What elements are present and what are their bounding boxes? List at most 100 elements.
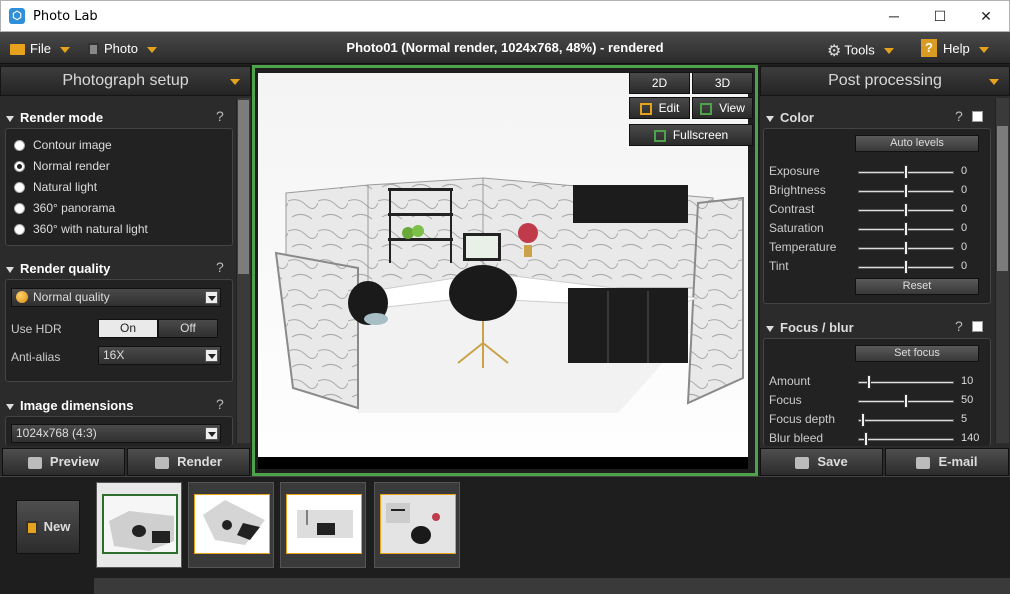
post-processing-panel: Post processing Color? Auto levels Reset… xyxy=(760,66,1010,476)
color-slider[interactable] xyxy=(858,184,954,198)
thumbnail-render xyxy=(195,495,269,553)
anti-alias-select[interactable]: 16X xyxy=(98,346,221,365)
help-question-icon[interactable]: ? xyxy=(216,108,224,124)
new-label: New xyxy=(43,519,71,534)
scrollbar-thumb[interactable] xyxy=(238,100,249,274)
radio-label: 360° panorama xyxy=(33,201,116,215)
gallery-thumbnail[interactable] xyxy=(280,482,366,568)
color-slider-label: Tint xyxy=(769,259,789,273)
radio-contour-image[interactable]: Contour image xyxy=(14,138,112,156)
slider-knob[interactable] xyxy=(904,241,908,255)
chevron-down-icon xyxy=(59,46,70,53)
gallery-scrollbar[interactable] xyxy=(94,578,1010,594)
focus-blur-box: Set focus Amount 10 Focus 50 Focus depth 5 Blu… xyxy=(763,338,991,446)
radio-circle-icon xyxy=(14,224,25,236)
close-button[interactable]: ✕ xyxy=(963,1,1009,31)
render-label: Render xyxy=(177,454,222,469)
new-photo-button[interactable]: New xyxy=(16,500,80,554)
gallery-thumbnail[interactable] xyxy=(96,482,182,568)
focus-slider-label: Focus depth xyxy=(769,412,836,426)
edit-label: Edit xyxy=(658,101,680,115)
maximize-button[interactable]: ☐ xyxy=(917,1,963,31)
focus-enable-checkbox[interactable] xyxy=(972,321,983,332)
color-slider-label: Temperature xyxy=(769,240,837,254)
collapse-triangle-icon xyxy=(766,325,774,332)
view-button[interactable]: View xyxy=(692,97,753,119)
slider-track xyxy=(858,381,954,384)
color-slider-value: 0 xyxy=(961,222,968,234)
slider-knob[interactable] xyxy=(904,222,908,236)
dimensions-select[interactable]: 1024x768 (4:3) xyxy=(11,424,221,443)
help-menu[interactable]: ? Help xyxy=(921,38,989,57)
right-scrollbar[interactable] xyxy=(995,98,1009,443)
auto-levels-button[interactable]: Auto levels xyxy=(855,135,979,152)
slider-knob[interactable] xyxy=(904,394,908,408)
focus-slider[interactable] xyxy=(858,394,954,408)
render-button[interactable]: Render xyxy=(127,448,250,476)
fullscreen-button[interactable]: Fullscreen xyxy=(629,124,753,146)
focus-slider-value: 10 xyxy=(961,375,974,387)
section-title: Image dimensions xyxy=(20,398,134,413)
radio-normal-render[interactable]: Normal render xyxy=(14,159,110,177)
email-button[interactable]: E-mail xyxy=(885,448,1009,476)
gallery-thumbnail[interactable] xyxy=(374,482,460,568)
slider-knob[interactable] xyxy=(864,432,868,446)
gallery-thumbnail[interactable] xyxy=(188,482,274,568)
radio-circle-icon xyxy=(14,203,25,215)
focus-slider[interactable] xyxy=(858,432,954,446)
help-question-icon[interactable]: ? xyxy=(955,318,963,334)
slider-knob[interactable] xyxy=(904,184,908,198)
slider-knob[interactable] xyxy=(861,413,865,427)
color-slider[interactable] xyxy=(858,222,954,236)
file-menu[interactable]: File xyxy=(10,41,70,56)
collapse-triangle-icon xyxy=(766,115,774,122)
radio-360-natural-light[interactable]: 360° with natural light xyxy=(14,222,148,240)
minimize-button[interactable]: ─ xyxy=(871,1,917,31)
hdr-off-toggle[interactable]: Off xyxy=(158,319,218,338)
help-question-icon[interactable]: ? xyxy=(216,396,224,412)
slider-knob[interactable] xyxy=(867,375,871,389)
use-hdr-label: Use HDR xyxy=(11,322,62,336)
view-3d-button[interactable]: 3D xyxy=(692,72,753,94)
folder-icon xyxy=(10,44,25,56)
slider-knob[interactable] xyxy=(904,260,908,274)
render-viewport[interactable]: 2D 3D Edit View Fullscreen xyxy=(252,65,758,476)
section-title: Render quality xyxy=(20,261,111,276)
save-button[interactable]: Save xyxy=(760,448,883,476)
focus-slider[interactable] xyxy=(858,413,954,427)
edit-button[interactable]: Edit xyxy=(629,97,690,119)
scrollbar-thumb[interactable] xyxy=(997,126,1008,271)
radio-natural-light[interactable]: Natural light xyxy=(14,180,97,198)
color-slider[interactable] xyxy=(858,260,954,274)
hdr-on-toggle[interactable]: On xyxy=(98,319,158,338)
panel-title: Post processing xyxy=(828,72,942,89)
help-question-icon[interactable]: ? xyxy=(216,259,224,275)
photo-menu[interactable]: Photo xyxy=(88,41,157,57)
preview-button[interactable]: Preview xyxy=(2,448,125,476)
view-2d-button[interactable]: 2D xyxy=(629,72,690,94)
color-enable-checkbox[interactable] xyxy=(972,111,983,122)
collapse-triangle-icon xyxy=(6,115,14,122)
color-slider-value: 0 xyxy=(961,184,968,196)
window-title: Photo Lab xyxy=(33,9,98,24)
color-slider-label: Saturation xyxy=(769,221,824,235)
left-scrollbar[interactable] xyxy=(236,98,250,443)
focus-slider[interactable] xyxy=(858,375,954,389)
reset-button[interactable]: Reset xyxy=(855,278,979,295)
focus-slider-value: 140 xyxy=(961,432,980,444)
post-processing-header[interactable]: Post processing xyxy=(760,66,1010,96)
photograph-setup-header[interactable]: Photograph setup xyxy=(0,66,251,96)
color-slider[interactable] xyxy=(858,165,954,179)
color-slider[interactable] xyxy=(858,203,954,217)
tools-menu[interactable]: ⚙ Tools xyxy=(827,41,894,61)
tools-menu-label: Tools xyxy=(844,42,875,58)
slider-knob[interactable] xyxy=(904,165,908,179)
quality-select[interactable]: Normal quality xyxy=(11,288,221,307)
thumbnail-render xyxy=(104,496,176,552)
set-focus-button[interactable]: Set focus xyxy=(855,345,979,362)
color-slider[interactable] xyxy=(858,241,954,255)
radio-360-panorama[interactable]: 360° panorama xyxy=(14,201,115,219)
slider-knob[interactable] xyxy=(904,203,908,217)
help-question-icon[interactable]: ? xyxy=(955,108,963,124)
focus-slider-label: Focus xyxy=(769,393,802,407)
